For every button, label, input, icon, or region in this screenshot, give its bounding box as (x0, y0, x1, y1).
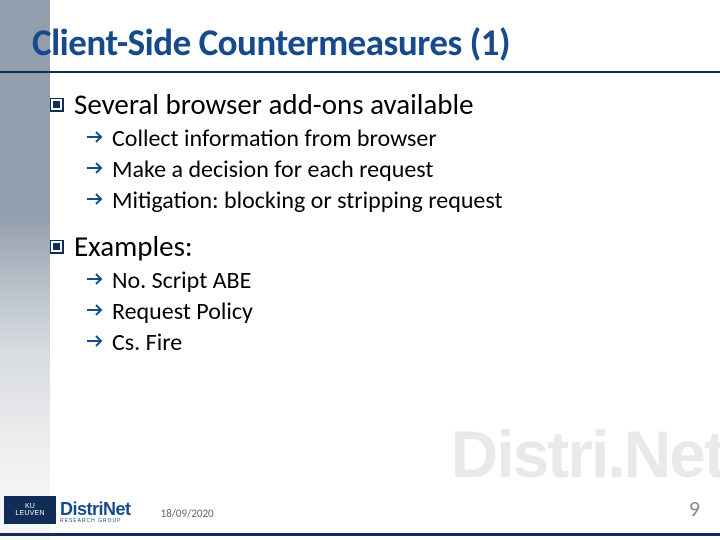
distrinet-logo: DistriNet RESEARCH GROUP (60, 499, 131, 524)
bullet-level2: No. Script ABE (86, 267, 690, 296)
bullet-level2: Collect information from browser (86, 125, 690, 154)
bullet-level2: Make a decision for each request (86, 156, 690, 185)
bottom-rule (0, 533, 720, 536)
square-bullet-icon (50, 98, 64, 112)
arrow-bullet-icon (86, 192, 106, 212)
sub-bullets: No. Script ABE Request Policy Cs. Fire (86, 267, 690, 357)
sub-bullets: Collect information from browser Make a … (86, 125, 690, 215)
arrow-bullet-icon (86, 303, 106, 323)
bullet-level2: Cs. Fire (86, 329, 690, 358)
subbullet-text: Make a decision for each request (112, 156, 433, 185)
arrow-bullet-icon (86, 334, 106, 354)
bullet-text: Examples: (74, 230, 193, 263)
square-bullet-icon (50, 240, 64, 254)
subbullet-text: Collect information from browser (112, 125, 437, 154)
arrow-bullet-icon (86, 272, 106, 292)
slide-footer: KULEUVEN DistriNet RESEARCH GROUP 18/09/… (0, 486, 720, 530)
bullet-level2: Mitigation: blocking or stripping reques… (86, 187, 690, 216)
slide-date: 18/09/2020 (161, 507, 214, 520)
subbullet-text: Request Policy (112, 298, 253, 327)
bullet-level2: Request Policy (86, 298, 690, 327)
bullet-level1: Several browser add-ons available (50, 88, 690, 121)
subbullet-text: Cs. Fire (112, 329, 182, 358)
subbullet-text: No. Script ABE (112, 267, 251, 296)
bullet-level1: Examples: (50, 230, 690, 263)
watermark-logo: Distri.Net (451, 416, 720, 492)
arrow-bullet-icon (86, 161, 106, 181)
title-rule (0, 71, 720, 73)
ku-leuven-logo: KULEUVEN (4, 496, 56, 524)
page-number: 9 (689, 495, 700, 522)
subbullet-text: Mitigation: blocking or stripping reques… (112, 187, 503, 216)
bullet-text: Several browser add-ons available (74, 88, 474, 121)
arrow-bullet-icon (86, 130, 106, 150)
slide-title: Client-Side Countermeasures (1) (32, 20, 690, 65)
